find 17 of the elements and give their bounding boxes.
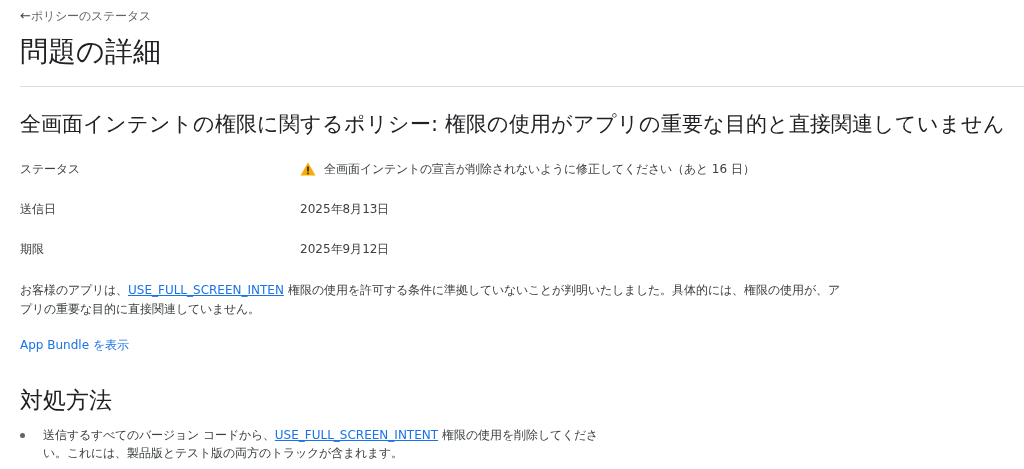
detail-label: 送信日: [20, 200, 57, 218]
detail-value: 2025年8月13日: [300, 200, 390, 218]
permission-link[interactable]: USE_FULL_SCREEN_INTEN: [128, 283, 284, 297]
detail-label: ステータス: [20, 160, 81, 178]
description-text: お客様のアプリは、USE_FULL_SCREEN_INTEN 権限の使用を許可する条件に準拠していないことが判明いたしました。具体的には、権限の使用が、アプリの重要な目的に直接関連していません。: [20, 282, 840, 318]
issue-heading: 全画面インテントの権限に関するポリシー: 権限の使用がアプリの重要な目的と直接関連していません: [20, 111, 1005, 138]
step-text: 送信するすべてのバージョン コードから、USE_FULL_SCREEN_INTENT 権限の使用を削除してください。これには、製品版とテスト版の両方のトラックが含まれます。: [43, 427, 599, 462]
permission-link[interactable]: USE_FULL_SCREEN_INTENT: [274, 428, 439, 442]
detail-value: 全画面インテントの宣言が削除されないように修正してください（あと 16 日）: [324, 160, 755, 178]
detail-value: 2025年9月12日: [300, 240, 390, 258]
page-title: 問題の詳細: [20, 34, 161, 70]
back-link[interactable]: ←ポリシーのステータス: [20, 6, 151, 26]
warning-icon: [300, 162, 316, 176]
section-heading: 対処方法: [20, 386, 112, 415]
bullet-dot: [20, 433, 25, 438]
detail-label: 期限: [20, 240, 45, 258]
app-bundle-link[interactable]: App Bundle を表示: [20, 337, 129, 354]
